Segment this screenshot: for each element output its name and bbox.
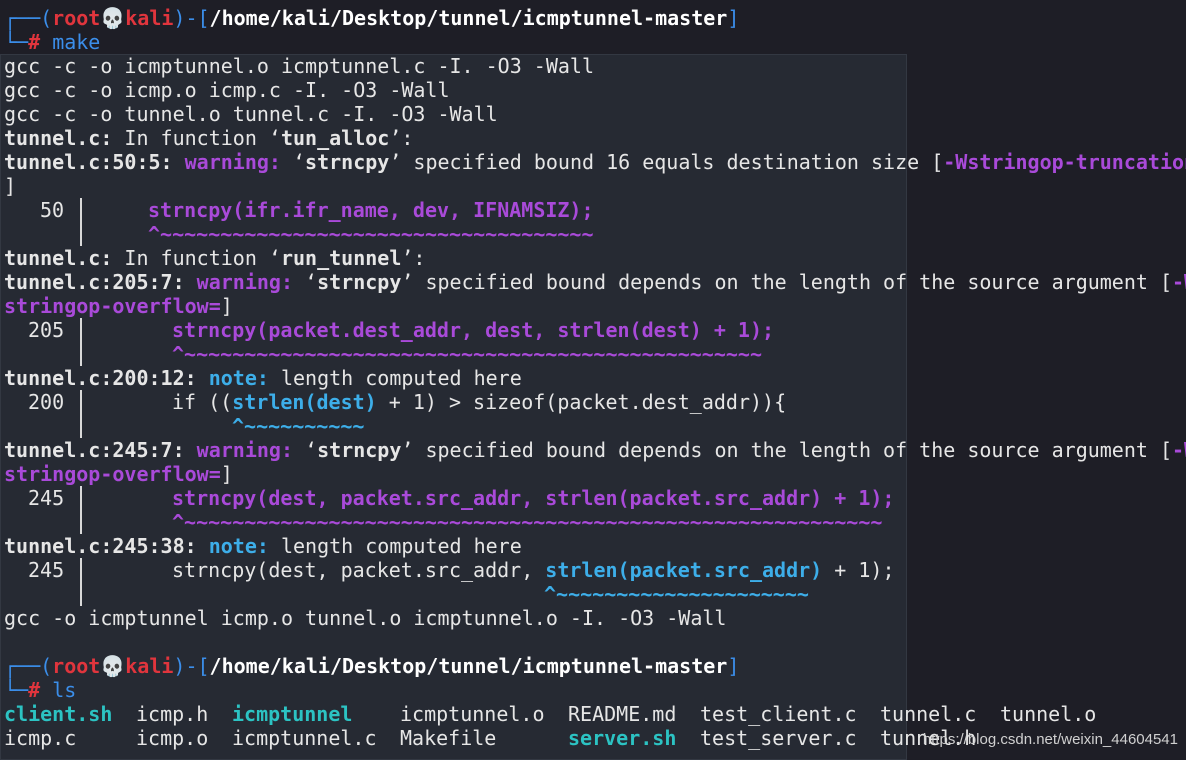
watermark: https://blog.csdn.net/weixin_44604541 <box>922 731 1178 748</box>
gutter-bar <box>80 318 82 342</box>
ls-entry: test_server.c <box>700 726 857 750</box>
ls-entry: icmp.o <box>136 726 209 750</box>
gutter-bar <box>80 582 82 606</box>
caret-underline: ^~~~~~~~~~~~~~~~~~~~~~~~~~~~~~~~~~~~~~~~… <box>172 342 763 366</box>
prompt-host: kali <box>125 6 174 30</box>
ls-entry: icmp.h <box>136 702 209 726</box>
code-snippet: strncpy(packet.dest_addr, dest, strlen(d… <box>172 318 775 342</box>
warning-continuation: stringop-overflow=] <box>4 294 233 318</box>
ls-entry: tunnel.c <box>880 702 977 726</box>
line-number: 245 <box>28 486 65 510</box>
skull-icon: 💀 <box>100 6 126 30</box>
code-snippet: strncpy(dest, packet.src_addr, strlen(pa… <box>172 486 895 510</box>
gutter-bar <box>80 414 82 438</box>
command-ls: ls <box>52 678 77 702</box>
code-snippet: strncpy(dest, packet.src_addr, strlen(pa… <box>172 558 895 582</box>
prompt-line: ┌──(root💀kali)-[/home/kali/Desktop/tunne… <box>4 654 740 678</box>
ls-entry: README.md <box>568 702 677 726</box>
output-line: gcc -c -o icmptunnel.o icmptunnel.c -I. … <box>4 54 595 78</box>
code-snippet: strncpy(ifr.ifr_name, dev, IFNAMSIZ); <box>148 198 594 222</box>
ls-entry: test_client.c <box>700 702 857 726</box>
ls-entry: icmp.c <box>4 726 77 750</box>
warning-line: tunnel.c:205:7: warning: ‘strncpy’ speci… <box>4 270 1186 294</box>
prompt-user: root <box>52 6 101 30</box>
skull-icon: 💀 <box>100 654 126 678</box>
gutter-bar <box>80 342 82 366</box>
line-number: 245 <box>28 558 65 582</box>
output-line: gcc -c -o icmp.o icmp.c -I. -O3 -Wall <box>4 78 450 102</box>
ls-entry: Makefile <box>400 726 497 750</box>
gutter-bar <box>80 558 82 582</box>
caret-underline: ^~~~~~~~~~~~~~~~~~~~~~~~~~~~~~~~~~~~~ <box>148 222 594 246</box>
gutter-bar <box>80 390 82 414</box>
line-number: 200 <box>28 390 65 414</box>
caret-underline: ^~~~~~~~~~~~~~~~~~~~~~ <box>544 582 809 606</box>
caret-underline: ^~~~~~~~~~~ <box>232 414 365 438</box>
note-line: tunnel.c:245:38: note: length computed h… <box>4 534 522 558</box>
prompt-command-line: └─# ls <box>4 678 77 702</box>
gutter-bar <box>80 222 82 246</box>
warning-line: tunnel.c:245:7: warning: ‘strncpy’ speci… <box>4 438 1186 462</box>
ls-entry: icmptunnel.o <box>400 702 545 726</box>
ls-entry: server.sh <box>568 726 677 750</box>
warning-continuation: stringop-overflow=] <box>4 462 233 486</box>
prompt-command-line: └─# make <box>4 30 101 54</box>
prompt-path: /home/kali/Desktop/tunnel/icmptunnel-mas… <box>209 6 728 30</box>
line-number: 50 <box>40 198 65 222</box>
line-number: 205 <box>28 318 65 342</box>
warning-line: tunnel.c:50:5: warning: ‘strncpy’ specif… <box>4 150 1186 174</box>
ls-entry: icmptunnel <box>232 702 353 726</box>
ls-entry: tunnel.o <box>1000 702 1097 726</box>
gutter-bar <box>80 198 82 222</box>
note-line: tunnel.c:200:12: note: length computed h… <box>4 366 522 390</box>
output-line: gcc -c -o tunnel.o tunnel.c -I. -O3 -Wal… <box>4 102 498 126</box>
command-make: make <box>52 30 101 54</box>
prompt-line: ┌──(root💀kali)-[/home/kali/Desktop/tunne… <box>4 6 740 30</box>
diag-function-line: tunnel.c: In function ‘run_tunnel’: <box>4 246 426 270</box>
ls-entry: client.sh <box>4 702 113 726</box>
caret-underline: ^~~~~~~~~~~~~~~~~~~~~~~~~~~~~~~~~~~~~~~~… <box>172 510 883 534</box>
gutter-bar <box>80 510 82 534</box>
output-line: gcc -o icmptunnel icmp.o tunnel.o icmptu… <box>4 606 727 630</box>
output-line: ] <box>4 174 17 198</box>
code-snippet: if ((strlen(dest) + 1) > sizeof(packet.d… <box>172 390 787 414</box>
diag-function-line: tunnel.c: In function ‘tun_alloc’: <box>4 126 414 150</box>
gutter-bar <box>80 486 82 510</box>
ls-entry: icmptunnel.c <box>232 726 377 750</box>
